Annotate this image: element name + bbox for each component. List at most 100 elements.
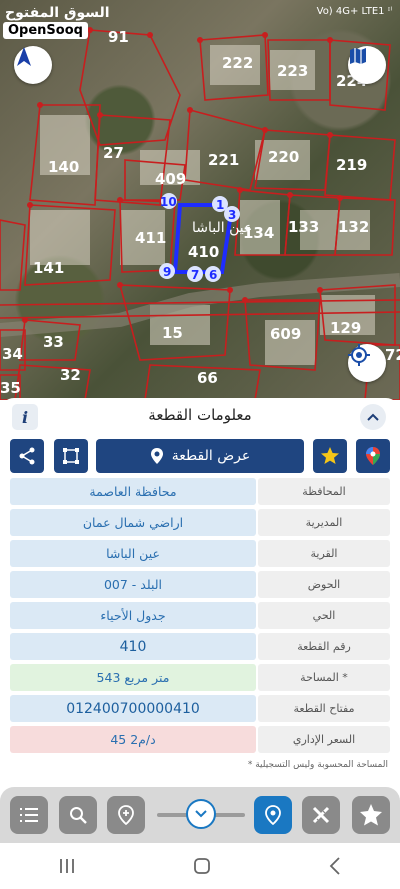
selected-parcel-outline (172, 203, 233, 274)
parcel-number: 219 (336, 156, 367, 174)
home-icon[interactable] (193, 857, 211, 875)
vertex-label: 6 (209, 268, 217, 282)
area-label: المساحة * (258, 664, 390, 691)
show-parcel-label: عرض القطعة (171, 448, 251, 464)
vertex-label: 3 (228, 208, 236, 222)
parcel-number: 34 (2, 345, 23, 363)
parcel-number: 133 (288, 218, 319, 236)
panel-title: معلومات القطعة (148, 406, 252, 424)
map-pin-icon (366, 447, 380, 465)
locate-me-button[interactable] (348, 344, 386, 382)
parcel-number: 410 (188, 243, 219, 261)
action-bar: عرض القطعة (10, 439, 390, 473)
table-row: عين الباشا القرية (10, 540, 390, 567)
favorite-button[interactable] (313, 439, 347, 473)
governorate-label: المحافظة (258, 478, 390, 505)
basin-label: الحوض (258, 571, 390, 598)
parcel-number: 220 (268, 148, 299, 166)
favorites-button[interactable] (352, 796, 390, 834)
parcel-number: 609 (270, 325, 301, 343)
compass-button[interactable] (14, 46, 52, 84)
back-icon[interactable] (328, 857, 342, 875)
map-icon (350, 48, 366, 64)
bottom-toolbar (0, 787, 400, 843)
parcel-number: 223 (277, 62, 308, 80)
neighborhood-value: جدول الأحياء (10, 602, 256, 629)
list-icon (20, 808, 38, 822)
parcel-number: 222 (222, 54, 253, 72)
table-row: 410 رقم القطعة (10, 633, 390, 660)
parcel-number: 72 (385, 346, 400, 364)
map-layers-button[interactable] (348, 46, 386, 84)
crosshair-icon (348, 344, 370, 366)
google-maps-button[interactable] (356, 439, 390, 473)
chevron-down-icon (195, 810, 207, 818)
measure-button[interactable] (302, 796, 340, 834)
table-row: 543 متر مربع المساحة * (10, 664, 390, 691)
directorate-label: المديرية (258, 509, 390, 536)
parcel-number: 15 (162, 324, 183, 342)
map-canvas: 91 222 223 224 140 27 221 220 219 409 13… (0, 27, 400, 400)
draw-polygon-button[interactable] (54, 439, 88, 473)
table-row: 45 د/م2 السعر الإداري (10, 726, 390, 753)
parcel-number: 129 (330, 319, 361, 337)
parcel-map[interactable]: 91 222 223 224 140 27 221 220 219 409 13… (0, 0, 400, 400)
location-pin-icon (265, 805, 281, 825)
star-badge-icon (360, 804, 382, 826)
parcel-number: 140 (48, 158, 79, 176)
parcel-number-value: 410 (10, 633, 256, 660)
chevron-up-icon (367, 413, 379, 421)
zoom-slider-handle[interactable] (186, 799, 216, 829)
vertex-label: 1 (216, 198, 224, 212)
governorate-value: محافظة العاصمة (10, 478, 256, 505)
parcel-number: 409 (155, 170, 186, 188)
table-row: اراضي شمال عمان المديرية (10, 509, 390, 536)
area-footnote: * المساحة المحسوبة وليس التسجيلية (247, 760, 388, 770)
parcel-details-table: محافظة العاصمة المحافظة اراضي شمال عمان … (10, 478, 390, 757)
admin-price-label: السعر الإداري (258, 726, 390, 753)
table-row: محافظة العاصمة المحافظة (10, 478, 390, 505)
add-location-button[interactable] (107, 796, 145, 834)
share-button[interactable] (10, 439, 44, 473)
show-parcel-button[interactable]: عرض القطعة (96, 439, 304, 473)
parcel-number: 32 (60, 366, 81, 384)
vertex-label: 10 (160, 195, 177, 209)
parcel-key-value: 012400700000410 (10, 695, 256, 722)
parcel-number: 141 (33, 259, 64, 277)
add-pin-icon (118, 805, 134, 825)
star-icon (321, 447, 339, 464)
ruler-pencil-icon (312, 806, 330, 824)
parcel-info-panel: i معلومات القطعة عرض القطعة محافظة العاص… (0, 398, 400, 782)
system-navigation-bar (0, 843, 400, 889)
compass-icon (17, 47, 31, 66)
directorate-value: اراضي شمال عمان (10, 509, 256, 536)
parcel-number: 221 (208, 151, 239, 169)
location-pin-icon (150, 448, 163, 464)
app-title: السوق المفتوح (5, 5, 110, 21)
village-label: القرية (258, 540, 390, 567)
location-mode-button[interactable] (254, 796, 292, 834)
parcel-number: 132 (338, 218, 369, 236)
list-button[interactable] (10, 796, 48, 834)
parcel-number: 27 (103, 144, 124, 162)
signal-indicator: Vo) 4G+ LTE1 ᶦˡ (316, 6, 392, 17)
parcel-number: 35 (0, 379, 21, 397)
vertex-label: 7 (191, 268, 199, 282)
neighborhood-label: الحي (258, 602, 390, 629)
table-row: البلد - 007 الحوض (10, 571, 390, 598)
parcel-number-label: رقم القطعة (258, 633, 390, 660)
recent-apps-icon[interactable] (58, 858, 76, 874)
share-icon (19, 447, 35, 465)
admin-price-value: 45 د/م2 (10, 726, 256, 753)
search-button[interactable] (59, 796, 97, 834)
parcel-number: 411 (135, 229, 166, 247)
basin-value: البلد - 007 (10, 571, 256, 598)
opensooq-badge: OpenSooq (3, 22, 88, 39)
village-value: عين الباشا (10, 540, 256, 567)
place-label: عين الباشا (192, 220, 252, 236)
collapse-button[interactable] (360, 404, 386, 430)
vertex-label: 9 (163, 265, 171, 279)
parcel-number: 91 (108, 28, 129, 46)
polygon-icon (63, 448, 79, 464)
search-icon (70, 807, 87, 824)
